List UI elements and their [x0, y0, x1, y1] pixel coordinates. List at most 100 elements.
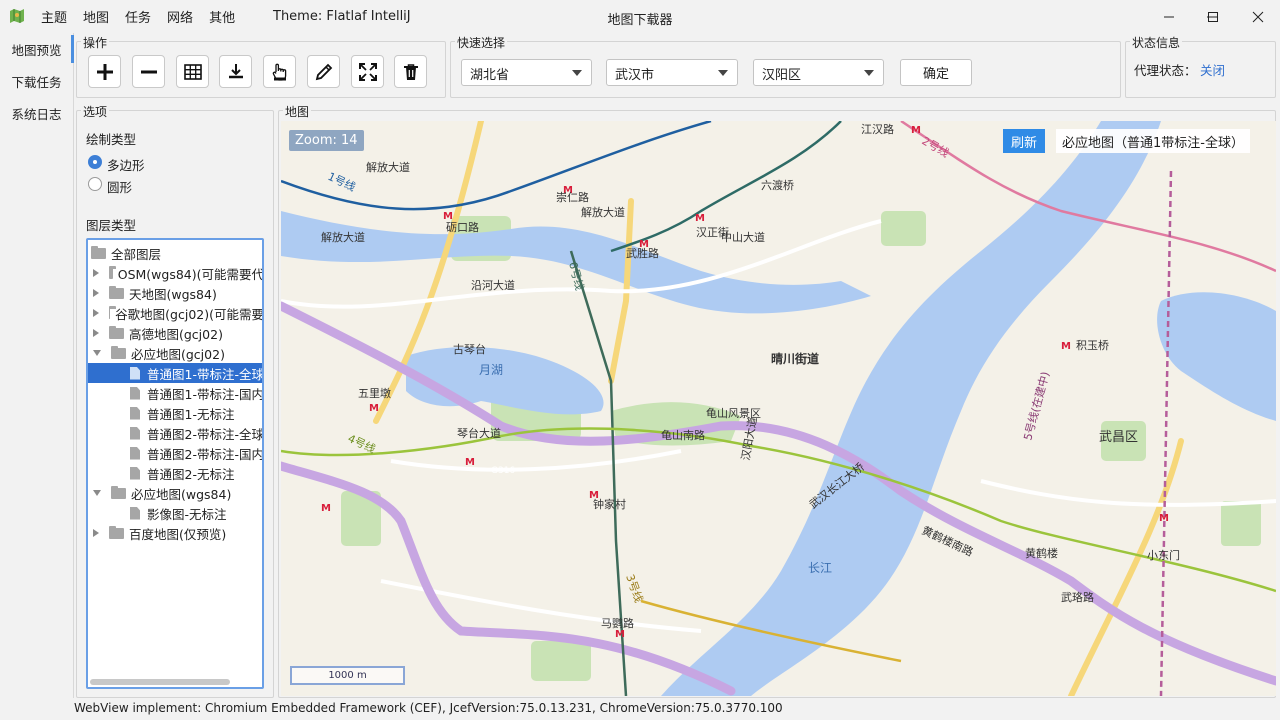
close-icon [1252, 11, 1264, 22]
province-select[interactable]: 湖北省 [461, 59, 592, 86]
polygon-radio-label: 多边形 [107, 158, 145, 173]
circle-radio[interactable] [88, 177, 102, 191]
layer-tree[interactable]: 全部图层 OSM(wgs84)(可能需要代 天地图(wgs84) 谷歌地图(gc… [86, 238, 264, 689]
refresh-label: 刷新 [1010, 135, 1037, 151]
minimize-btn[interactable] [1147, 0, 1191, 33]
download-button[interactable] [219, 55, 252, 88]
menu-item-network[interactable]: 网络 [159, 7, 201, 26]
folder-icon [109, 305, 118, 319]
tree-leaf[interactable]: 普通图2-无标注 [88, 463, 262, 483]
metro-station-icon: M [911, 125, 921, 136]
map-label: 武珞路 [1061, 591, 1094, 604]
tree-leaf-label: 普通图1-带标注-国内 [147, 386, 264, 402]
tree-leaf-label: 普通图1-无标注 [147, 406, 235, 422]
tree-leaf-selected[interactable]: 普通图1-带标注-全球 [88, 363, 264, 383]
map-label: 江汉路 [861, 123, 894, 136]
minus-icon [140, 70, 157, 73]
file-icon [130, 506, 140, 520]
metro-station-icon: M [369, 403, 379, 414]
folder-icon [109, 265, 116, 279]
tree-horizontal-scrollbar[interactable] [90, 679, 230, 685]
park-area [531, 641, 591, 681]
proxy-status-value: 关闭 [1200, 63, 1226, 78]
map-label: 解放大道 [321, 230, 365, 244]
map-label: 沿河大道 [471, 278, 515, 292]
expand-icon [93, 269, 99, 277]
tree-node-label: 谷歌地图(gcj02)(可能需要 [115, 306, 264, 322]
tree-node-bing-wgs84[interactable]: 必应地图(wgs84) [88, 483, 262, 503]
file-icon [130, 386, 140, 400]
tab-map-preview-label: 地图预览 [11, 42, 62, 58]
tree-leaf-label: 普通图1-带标注-全球 [147, 366, 264, 382]
map-label: 晴川街道 [771, 351, 819, 366]
metro-station-icon: M [615, 629, 625, 640]
tree-leaf[interactable]: 普通图2-带标注-国内 [88, 443, 262, 463]
confirm-label: 确定 [922, 67, 949, 82]
menu-item-tasks[interactable]: 任务 [117, 7, 159, 26]
drag-button[interactable] [263, 55, 296, 88]
tree-leaf[interactable]: 普通图1-无标注 [88, 403, 262, 423]
draw-type-label: 绘制类型 [86, 132, 137, 147]
file-icon [130, 406, 140, 420]
side-tabs: 地图预览 下载任务 系统日志 [0, 33, 74, 698]
map-label: 解放大道 [366, 160, 410, 174]
tree-node-label: 必应地图(wgs84) [131, 486, 232, 502]
confirm-button[interactable]: 确定 [900, 59, 972, 86]
fullscreen-button[interactable] [351, 55, 384, 88]
maximize-btn[interactable] [1191, 0, 1235, 33]
tree-node-label: 必应地图(gcj02) [131, 346, 225, 362]
map-label: 积玉桥 [1076, 339, 1109, 352]
folder-open-icon [111, 345, 126, 359]
proxy-status-label: 代理状态： [1134, 63, 1197, 78]
menu-item-map[interactable]: 地图 [75, 7, 117, 26]
chevron-down-icon [718, 70, 728, 76]
delete-button[interactable] [394, 55, 427, 88]
webview-info: WebView implement: Chromium Embedded Fra… [74, 701, 783, 715]
map-label: 崇仁路 [556, 191, 589, 204]
map-canvas[interactable]: M M M M M M M M M M M M 解放大道 解放大道 砺口路 崇仁… [281, 121, 1276, 696]
tab-map-preview[interactable]: 地图预览 [0, 33, 74, 65]
folder-open-icon [91, 245, 106, 259]
zoom-out-button[interactable] [132, 55, 165, 88]
close-btn[interactable] [1236, 0, 1280, 33]
tree-root[interactable]: 全部图层 [88, 243, 262, 263]
map-label: 小东门 [1147, 548, 1180, 562]
park-area [1221, 501, 1261, 546]
grid-button[interactable] [176, 55, 209, 88]
tree-node-tianditu[interactable]: 天地图(wgs84) [88, 283, 262, 303]
menu-bar: 主题 地图 任务 网络 其他 [33, 0, 243, 33]
tab-system-log[interactable]: 系统日志 [0, 97, 73, 129]
metro-station-icon: M [321, 503, 331, 514]
tree-leaf[interactable]: 普通图1-带标注-国内 [88, 383, 264, 403]
title-bar: 主题 地图 任务 网络 其他 Theme: Flatlaf IntelliJ 地… [0, 0, 1280, 33]
tree-node-bing-gcj02[interactable]: 必应地图(gcj02) [88, 343, 262, 363]
tree-node-baidu[interactable]: 百度地图(仅预览) [88, 523, 262, 543]
download-icon [228, 63, 243, 78]
tree-node-amap[interactable]: 高德地图(gcj02) [88, 323, 262, 343]
tree-leaf[interactable]: 普通图2-带标注-全球 [88, 423, 262, 443]
tree-leaf-label: 普通图2-无标注 [147, 466, 235, 482]
tab-download-tasks[interactable]: 下载任务 [0, 65, 73, 97]
polygon-radio[interactable] [88, 155, 102, 169]
refresh-button[interactable]: 刷新 [1003, 129, 1045, 153]
tree-node-osm[interactable]: OSM(wgs84)(可能需要代 [88, 263, 262, 283]
map-label: 砺口路 [446, 221, 479, 234]
maximize-icon [1208, 11, 1218, 22]
file-icon [130, 366, 140, 380]
map-label: 月湖 [479, 362, 503, 377]
tree-node-google[interactable]: 谷歌地图(gcj02)(可能需要 [88, 303, 264, 323]
district-select[interactable]: 汉阳区 [753, 59, 884, 86]
menu-item-theme[interactable]: 主题 [33, 7, 75, 26]
collapse-icon [93, 350, 101, 356]
folder-icon [109, 285, 124, 299]
app-map-icon [10, 9, 24, 23]
menu-item-other[interactable]: 其他 [201, 7, 243, 26]
map-view[interactable]: M M M M M M M M M M M M 解放大道 解放大道 砺口路 崇仁… [281, 121, 1276, 696]
zoom-in-button[interactable] [88, 55, 121, 88]
draw-button[interactable] [307, 55, 340, 88]
tree-node-label: 高德地图(gcj02) [129, 326, 223, 342]
tree-leaf[interactable]: 影像图-无标注 [88, 503, 262, 523]
city-select[interactable]: 武汉市 [606, 59, 738, 86]
city-value: 武汉市 [615, 68, 655, 83]
options-title: 选项 [81, 103, 110, 120]
